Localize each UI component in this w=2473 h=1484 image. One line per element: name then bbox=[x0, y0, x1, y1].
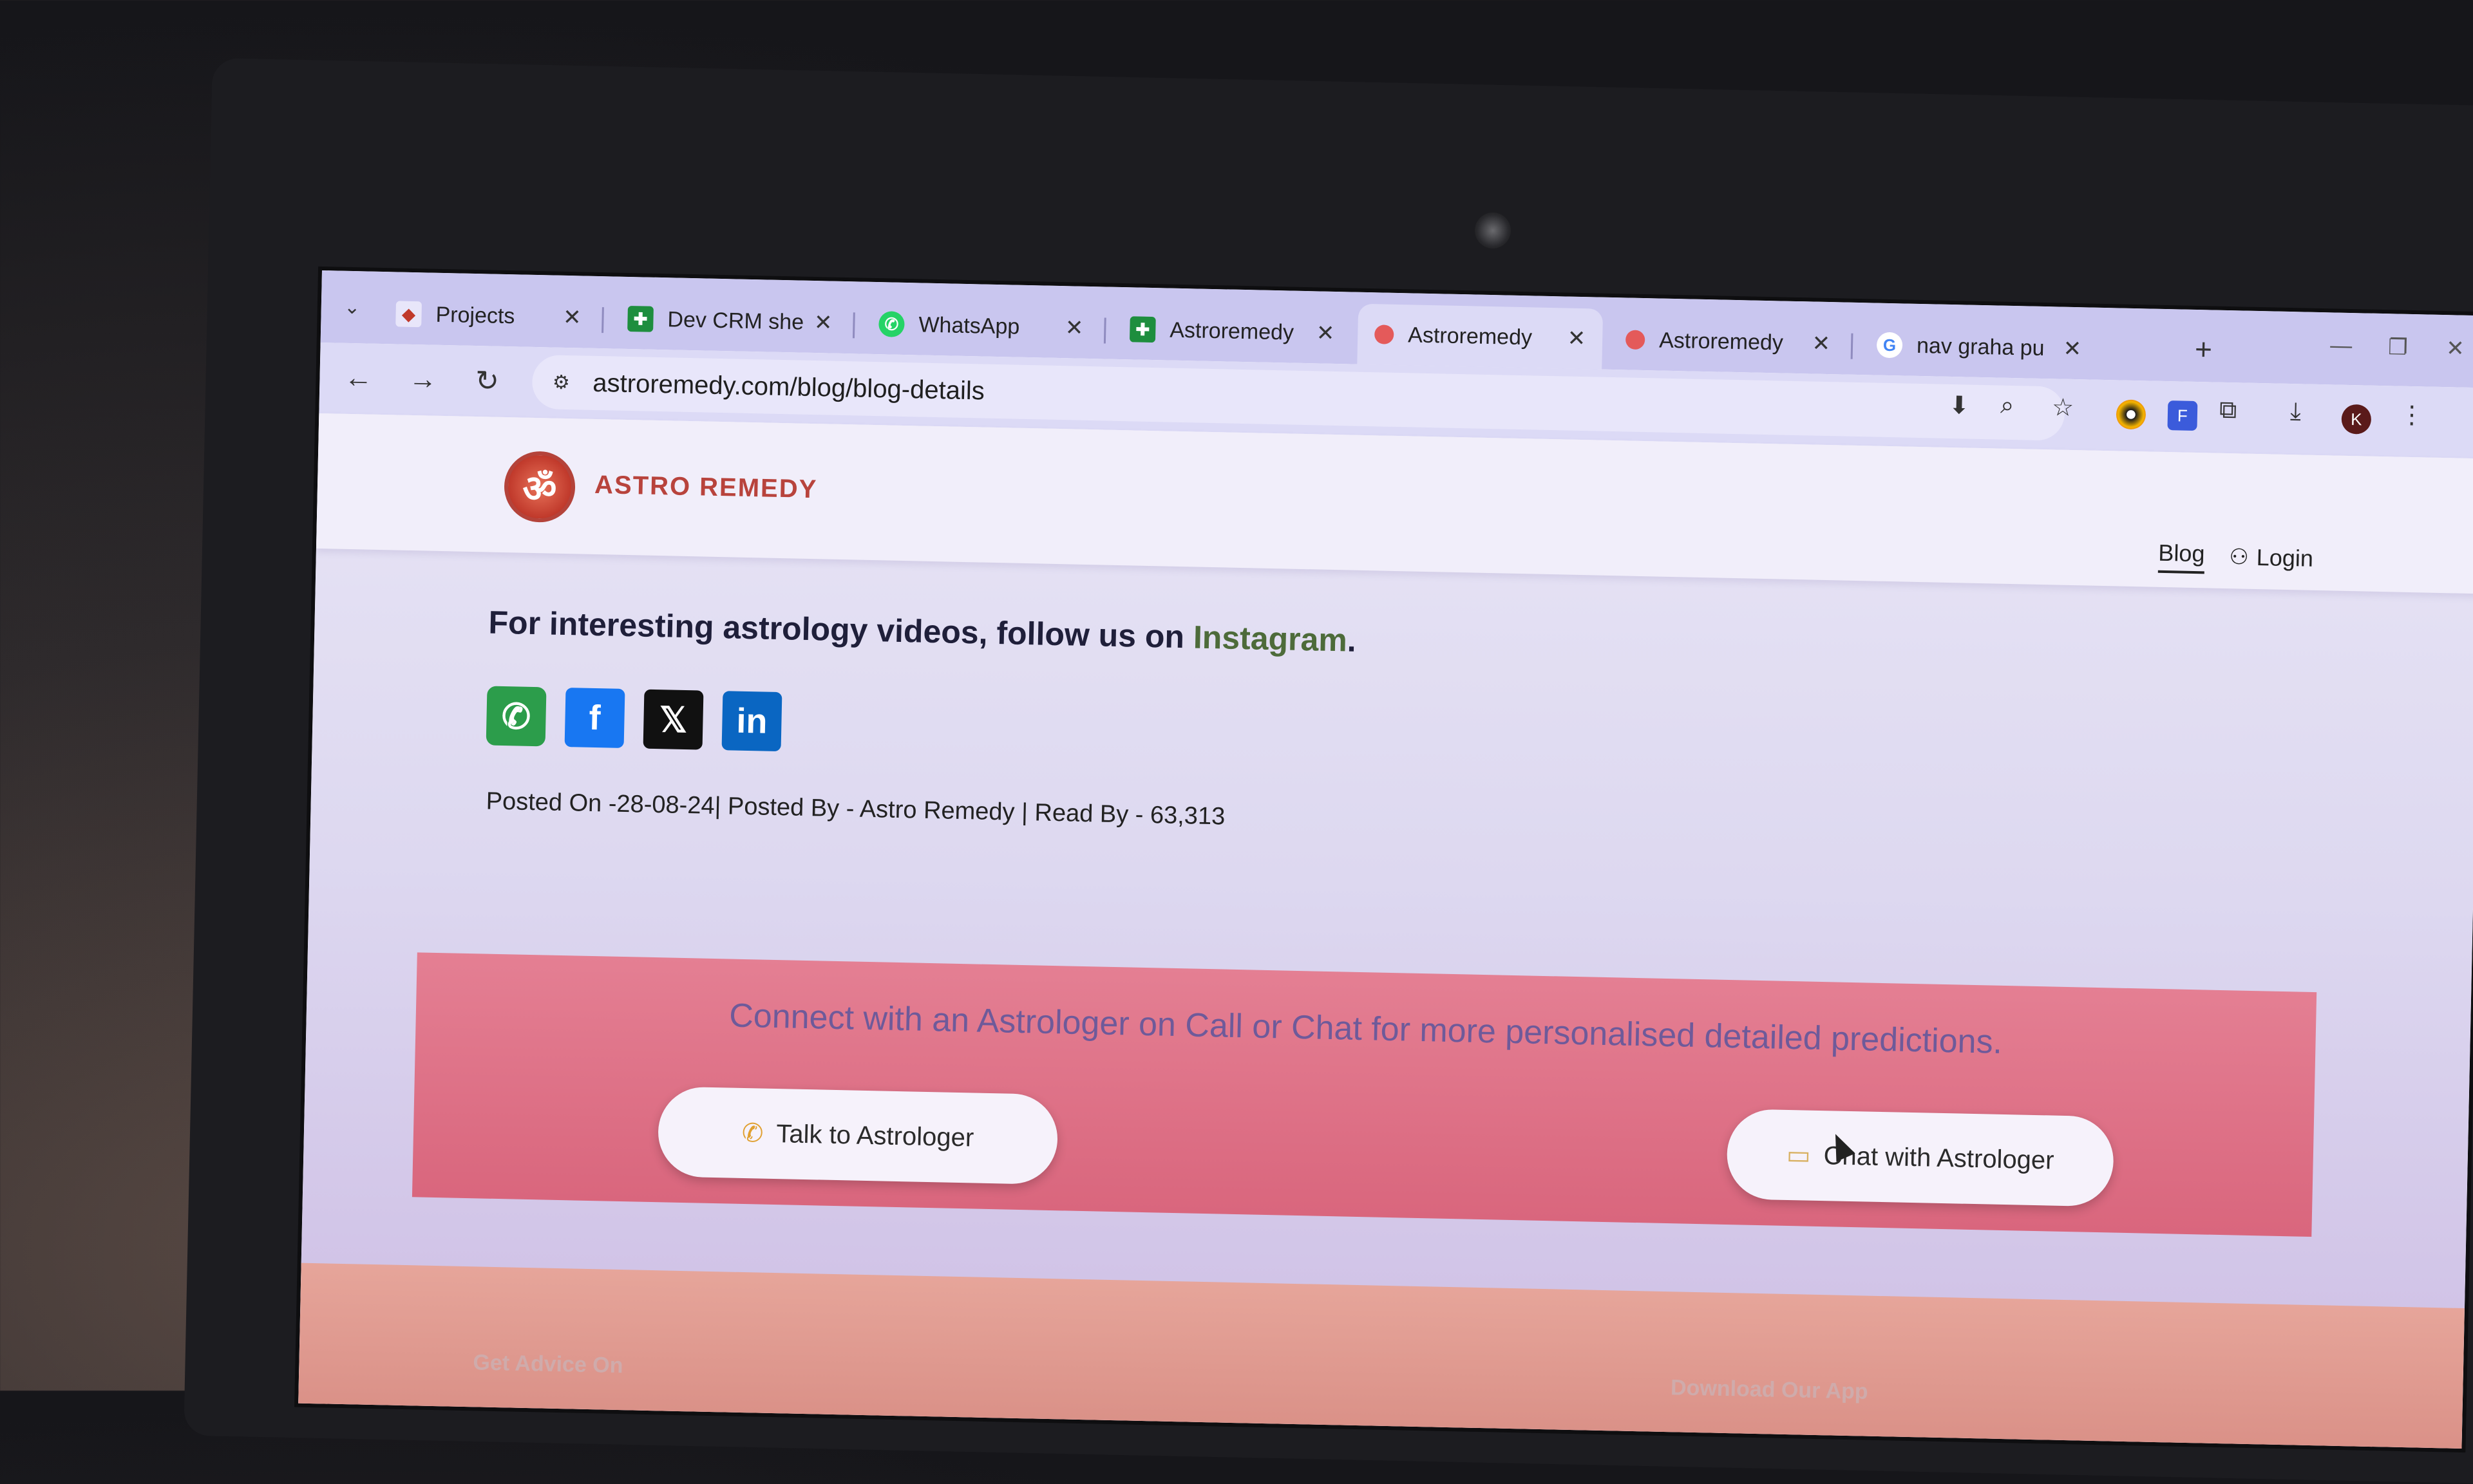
window-close-icon[interactable]: ✕ bbox=[2446, 335, 2465, 362]
browser-window: ⌄ ◆ Projects ✕ ✚ Dev CRM she ✕ ✆ WhatsAp… bbox=[298, 270, 2473, 1449]
close-icon[interactable]: ✕ bbox=[1316, 320, 1334, 346]
more-menu-icon[interactable]: ⋮ bbox=[2400, 400, 2425, 430]
webcam bbox=[1475, 212, 1511, 249]
color-picker-extension-icon[interactable] bbox=[2116, 399, 2146, 430]
zoom-icon[interactable]: ⌕ bbox=[2000, 392, 2014, 420]
post-meta: Posted On -28-08-24| Posted By - Astro R… bbox=[486, 787, 1226, 831]
follow-suffix: . bbox=[1347, 622, 1357, 659]
tab-astroremedy-active[interactable]: Astroremedy ✕ bbox=[1357, 303, 1604, 370]
facebook-share-button[interactable]: f bbox=[564, 688, 625, 748]
profile-avatar[interactable]: K bbox=[2341, 404, 2372, 435]
chat-with-astrologer-button[interactable]: ▭ Chat with Astrologer bbox=[1726, 1109, 2115, 1207]
forward-button[interactable]: → bbox=[403, 360, 442, 399]
projects-icon: ◆ bbox=[395, 301, 422, 328]
follow-prefix: For interesting astrology videos, follow… bbox=[488, 604, 1194, 655]
whatsapp-icon: ✆ bbox=[878, 311, 905, 337]
user-icon: ⚇ bbox=[2228, 545, 2250, 570]
tab-separator bbox=[1850, 333, 1853, 359]
arrow-left-icon: ← bbox=[344, 361, 374, 394]
close-icon[interactable]: ✕ bbox=[1567, 326, 1586, 352]
tab-title: Astroremedy bbox=[1169, 317, 1294, 345]
reload-button[interactable]: ↻ bbox=[468, 361, 507, 400]
close-icon[interactable]: ✕ bbox=[814, 310, 833, 336]
reload-icon: ↻ bbox=[475, 364, 500, 397]
linkedin-icon: in bbox=[735, 701, 768, 741]
tab-separator bbox=[1103, 317, 1106, 344]
talk-label: Talk to Astrologer bbox=[775, 1119, 974, 1152]
cta-text: Connect with an Astrologer on Call or Ch… bbox=[728, 997, 2003, 1061]
back-button[interactable]: ← bbox=[339, 359, 378, 398]
tab-separator bbox=[852, 312, 855, 339]
instagram-follow-text: For interesting astrology videos, follow… bbox=[488, 604, 1356, 659]
download-icon[interactable]: ⤓ bbox=[2290, 398, 2302, 426]
extensions-puzzle-icon[interactable]: ⧉ bbox=[2219, 397, 2237, 425]
bookmark-star-icon[interactable]: ☆ bbox=[2052, 393, 2074, 422]
close-icon[interactable]: ✕ bbox=[1065, 315, 1083, 341]
restore-icon[interactable]: ❐ bbox=[2388, 334, 2408, 361]
linkedin-share-button[interactable]: in bbox=[721, 691, 782, 752]
install-app-icon[interactable]: ⬇ bbox=[1949, 391, 1970, 420]
tab-title: WhatsApp bbox=[918, 312, 1020, 339]
close-icon[interactable]: ✕ bbox=[1812, 330, 1830, 357]
astroremedy-icon bbox=[1625, 330, 1645, 350]
google-icon: G bbox=[1876, 332, 1903, 359]
footer-advice-heading: Get Advice On bbox=[473, 1350, 623, 1378]
tab-title: Dev CRM she bbox=[667, 306, 804, 335]
sheets-icon: ✚ bbox=[627, 305, 654, 332]
tab-separator bbox=[602, 307, 604, 333]
tab-title: Projects bbox=[435, 302, 515, 328]
page-content: ॐ ASTRO REMEDY Blog ⚇ Login For interest… bbox=[298, 413, 2473, 1449]
whatsapp-icon: ✆ bbox=[501, 697, 531, 737]
phone-icon: ✆ bbox=[741, 1118, 764, 1148]
new-tab-button[interactable]: + bbox=[2195, 332, 2213, 367]
whatsapp-share-button[interactable]: ✆ bbox=[486, 686, 547, 747]
tab-title: Astroremedy bbox=[1407, 322, 1533, 350]
astrologer-cta-banner: Connect with an Astrologer on Call or Ch… bbox=[412, 952, 2317, 1237]
url-text[interactable]: astroremedy.com/blog/blog-details bbox=[592, 368, 985, 406]
astro-remedy-logo-icon[interactable]: ॐ bbox=[503, 451, 576, 523]
footer-download-heading: Download Our App bbox=[1670, 1375, 1869, 1404]
instagram-link[interactable]: Instagram bbox=[1193, 619, 1347, 658]
talk-to-astrologer-button[interactable]: ✆ Talk to Astrologer bbox=[657, 1086, 1059, 1185]
chat-label: Chat with Astrologer bbox=[1823, 1141, 2054, 1175]
close-icon[interactable]: ✕ bbox=[2063, 336, 2081, 362]
extension-f-icon[interactable]: F bbox=[2167, 400, 2198, 431]
tab-title: nav graha pu bbox=[1916, 333, 2045, 361]
tab-astroremedy[interactable]: Astroremedy ✕ bbox=[1608, 309, 1848, 375]
tab-title: Astroremedy bbox=[1658, 328, 1784, 355]
site-logo-text[interactable]: ASTRO REMEDY bbox=[594, 471, 818, 504]
tab-astroremedy-sheet[interactable]: ✚ Astroremedy ✕ bbox=[1112, 299, 1352, 364]
chat-bubble-icon: ▭ bbox=[1786, 1140, 1812, 1170]
x-share-button[interactable]: 𝕏 bbox=[643, 689, 704, 750]
tab-search-button[interactable]: ⌄ bbox=[334, 288, 370, 325]
login-label: Login bbox=[2256, 544, 2314, 572]
arrow-right-icon: → bbox=[408, 362, 438, 395]
nav-blog-link[interactable]: Blog bbox=[2157, 539, 2205, 574]
x-icon: 𝕏 bbox=[659, 700, 688, 740]
tab-dev-crm[interactable]: ✚ Dev CRM she ✕ bbox=[611, 288, 850, 353]
tab-projects[interactable]: ◆ Projects ✕ bbox=[379, 283, 599, 348]
sheets-icon: ✚ bbox=[1129, 316, 1156, 343]
nav-login-link[interactable]: ⚇ Login bbox=[2229, 543, 2313, 572]
tab-nav-graha[interactable]: G nav graha pu ✕ bbox=[1859, 314, 2099, 380]
astroremedy-icon bbox=[1374, 324, 1394, 344]
tab-whatsapp[interactable]: ✆ WhatsApp ✕ bbox=[861, 294, 1101, 359]
close-icon[interactable]: ✕ bbox=[563, 305, 582, 331]
facebook-icon: f bbox=[588, 698, 602, 738]
chevron-down-icon: ⌄ bbox=[343, 296, 361, 318]
minimize-icon[interactable]: — bbox=[2330, 333, 2353, 359]
site-info-icon[interactable]: ⚙ bbox=[545, 366, 578, 399]
